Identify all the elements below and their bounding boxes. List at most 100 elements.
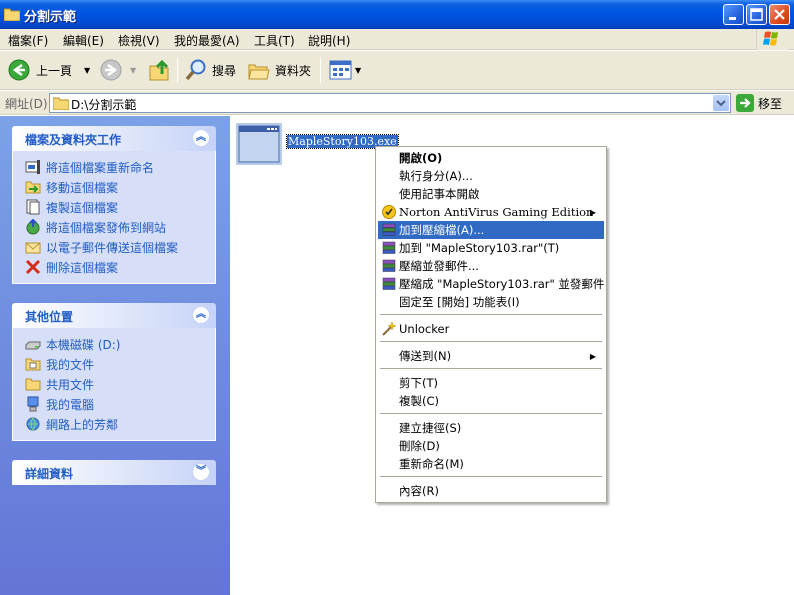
menu-properties[interactable]: 內容(R) [378,482,604,500]
hard-drive-icon [25,341,41,350]
details-header[interactable]: 詳細資料 ︾ [12,460,216,485]
folders-icon [248,64,270,80]
menu-view[interactable]: 檢視(V) [118,32,160,49]
folders-button[interactable]: 資料夾 [247,56,311,84]
network-icon [26,417,40,431]
address-value: D:\分割示範 [71,98,137,112]
task-move[interactable]: 移動這個檔案 [13,177,215,197]
menu-favorites[interactable]: 我的最愛(A) [174,32,240,49]
go-button[interactable]: 移至 [736,93,782,113]
folder-icon [53,97,69,110]
back-label: 上一頁 [36,63,73,78]
task-rename[interactable]: 將這個檔案重新命名 [13,157,215,177]
menu-run-as[interactable]: 執行身分(A)... [378,167,604,185]
toolbar-separator [177,57,178,83]
views-dropdown-icon[interactable]: ▼ [355,66,361,75]
winrar-icon [382,259,396,272]
maximize-button[interactable] [746,4,767,25]
norton-icon [382,205,396,219]
winrar-icon [382,223,396,236]
close-icon [774,9,785,20]
minimize-button[interactable] [723,4,744,25]
menu-create-shortcut[interactable]: 建立捷徑(S) [378,419,604,437]
place-my-documents[interactable]: 我的文件 [13,354,215,374]
menu-open[interactable]: 開啟(O) [378,149,604,167]
menu-open-notepad[interactable]: 使用記事本開啟 [378,185,604,203]
menu-help[interactable]: 說明(H) [308,32,350,49]
search-icon [185,59,206,81]
other-places-header[interactable]: 其他位置 ︽ [12,303,216,328]
expand-down-icon[interactable]: ︾ [192,463,210,481]
address-input[interactable]: D:\分割示範 [49,93,731,113]
place-network[interactable]: 網路上的芳鄰 [13,414,215,434]
task-publish[interactable]: 將這個檔案發佈到網站 [13,217,215,237]
shared-folder-icon [25,378,41,391]
forward-arrow-icon [100,59,122,81]
chevron-down-icon [716,100,726,107]
up-folder-button[interactable] [148,56,172,84]
menu-add-to-rar[interactable]: 加到 "MapleStory103.rar"(T) [378,239,604,257]
publish-web-icon [26,219,40,235]
file-tasks-header[interactable]: 檔案及資料夾工作 ︽ [12,126,216,151]
rename-icon [25,160,40,174]
menu-cut[interactable]: 剪下(T) [378,374,604,392]
collapse-up-icon[interactable]: ︽ [192,306,210,324]
menu-tools[interactable]: 工具(T) [254,32,295,49]
email-icon [25,242,41,254]
up-folder-icon [149,59,169,81]
address-dropdown-button[interactable] [713,95,729,111]
menu-separator [380,476,602,477]
windows-logo-icon [756,29,788,50]
task-email[interactable]: 以電子郵件傳送這個檔案 [13,237,215,257]
file-tasks-panel: 檔案及資料夾工作 ︽ 將這個檔案重新命名 移動這個檔案 複製這個檔案 將這個檔案… [12,126,216,284]
file-tasks-title: 檔案及資料夾工作 [25,133,122,147]
menu-delete[interactable]: 刪除(D) [378,437,604,455]
menu-norton[interactable]: Norton AntiVirus Gaming Edition ▶ [378,203,604,221]
place-my-computer[interactable]: 我的電腦 [13,394,215,414]
menu-pin-start[interactable]: 固定至 [開始] 功能表(I) [378,293,604,311]
other-places-body: 本機磁碟 (D:) 我的文件 共用文件 我的電腦 網路上的芳鄰 [12,328,216,441]
menu-rename[interactable]: 重新命名(M) [378,455,604,473]
menu-send-to[interactable]: 傳送到(N) ▶ [378,347,604,365]
menu-separator [380,368,602,369]
toolbar: 上一頁 ▼ ▼ 搜尋 資料夾 ▼ [0,51,794,90]
unlocker-wand-icon [382,321,397,336]
menu-add-to-archive[interactable]: 加到壓縮檔(A)... [378,221,604,239]
title-bar[interactable]: 分割示範 [0,0,794,29]
back-arrow-icon [8,59,30,81]
back-dropdown-icon[interactable]: ▼ [84,66,90,75]
forward-button[interactable]: ▼ [100,56,136,84]
go-arrow-icon [736,94,754,112]
menu-edit[interactable]: 編輯(E) [63,32,104,49]
toolbar-separator [320,57,321,83]
context-menu: 開啟(O) 執行身分(A)... 使用記事本開啟 Norton AntiViru… [375,146,607,503]
menu-separator [380,314,602,315]
delete-icon [25,259,41,275]
my-computer-icon [27,396,39,412]
winrar-icon [382,277,396,290]
forward-dropdown-icon[interactable]: ▼ [130,66,136,75]
menu-separator [380,413,602,414]
folder-icon [4,8,20,21]
file-tasks-body: 將這個檔案重新命名 移動這個檔案 複製這個檔案 將這個檔案發佈到網站 以電子郵件… [12,151,216,284]
menu-file[interactable]: 檔案(F) [8,32,48,49]
close-button[interactable] [769,4,790,25]
collapse-up-icon[interactable]: ︽ [192,129,210,147]
menu-unlocker[interactable]: Unlocker [378,320,604,338]
address-bar: 網址(D) D:\分割示範 移至 [0,91,794,115]
task-delete[interactable]: 刪除這個檔案 [13,257,215,277]
task-copy[interactable]: 複製這個檔案 [13,197,215,217]
search-label: 搜尋 [212,63,237,78]
menu-copy[interactable]: 複製(C) [378,392,604,410]
back-button[interactable]: 上一頁 ▼ [8,56,90,84]
views-button[interactable]: ▼ [329,56,361,84]
submenu-arrow-icon: ▶ [589,351,596,361]
search-button[interactable]: 搜尋 [184,56,236,84]
menu-compress-rar-email[interactable]: 壓縮成 "MapleStory103.rar" 並發郵件 [378,275,604,293]
place-local-disk[interactable]: 本機磁碟 (D:) [13,334,215,354]
place-shared-documents[interactable]: 共用文件 [13,374,215,394]
exe-file-icon[interactable] [236,123,282,165]
my-documents-icon [25,358,41,371]
details-panel: 詳細資料 ︾ [12,460,216,485]
menu-compress-email[interactable]: 壓縮並發郵件... [378,257,604,275]
